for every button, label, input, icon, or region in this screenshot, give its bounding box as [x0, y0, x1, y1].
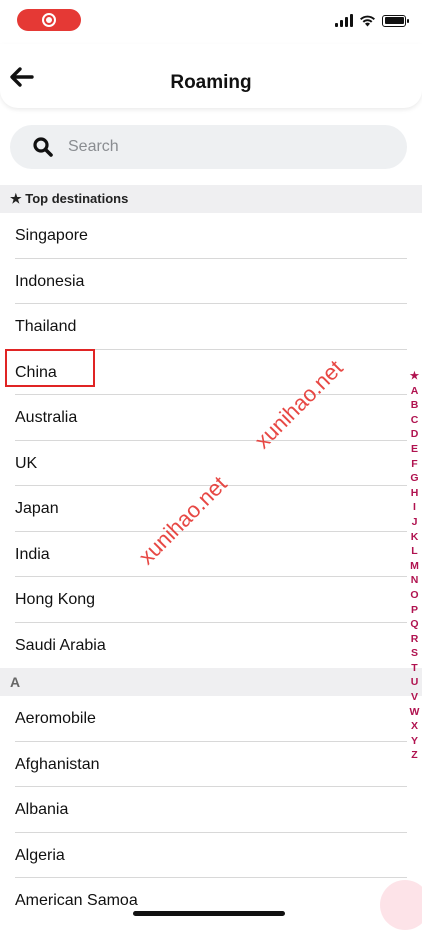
list-item[interactable]: Indonesia [15, 259, 407, 304]
destination-list: ★ Top destinations Singapore Indonesia T… [0, 185, 422, 924]
cellular-signal-icon [335, 14, 353, 27]
list-item[interactable]: Thailand [15, 304, 407, 350]
index-letter-k[interactable]: K [411, 530, 419, 545]
highlight-box [5, 348, 95, 387]
index-letter-star[interactable]: ★ [410, 369, 419, 384]
section-header-top-destinations: ★ Top destinations [0, 185, 422, 213]
index-letter-h[interactable]: H [411, 486, 419, 501]
index-letter-v[interactable]: V [411, 690, 418, 705]
screen-recording-indicator[interactable] [17, 9, 81, 31]
index-letter-p[interactable]: P [411, 603, 418, 618]
header: Roaming [0, 44, 422, 108]
index-letter-e[interactable]: E [411, 442, 418, 457]
list-item[interactable]: American Samoa [15, 878, 407, 924]
home-indicator [133, 911, 285, 916]
wifi-icon [360, 15, 375, 27]
index-letter-u[interactable]: U [411, 675, 419, 690]
index-letter-q[interactable]: Q [410, 617, 418, 632]
list-item[interactable]: Albania [15, 787, 407, 833]
list-item[interactable]: Saudi Arabia [15, 623, 407, 669]
index-letter-f[interactable]: F [411, 457, 417, 472]
index-letter-c[interactable]: C [411, 413, 419, 428]
index-letter-y[interactable]: Y [411, 734, 418, 749]
index-letter-d[interactable]: D [411, 427, 419, 442]
status-icons [335, 14, 409, 27]
index-letter-a[interactable]: A [411, 384, 419, 399]
index-letter-m[interactable]: M [410, 559, 419, 574]
list-item[interactable]: Afghanistan [15, 742, 407, 787]
index-letter-z[interactable]: Z [411, 748, 417, 763]
index-letter-o[interactable]: O [410, 588, 418, 603]
battery-icon [382, 14, 409, 27]
index-letter-r[interactable]: R [411, 632, 419, 647]
list-item[interactable]: Algeria [15, 833, 407, 878]
section-header-a: A [0, 668, 422, 696]
search-icon [33, 137, 53, 157]
chat-button[interactable] [380, 880, 422, 930]
search-input[interactable] [68, 136, 388, 158]
list-item[interactable]: Aeromobile [15, 696, 407, 742]
index-letter-j[interactable]: J [412, 515, 418, 530]
page-title: Roaming [170, 72, 252, 93]
list-item[interactable]: Singapore [15, 213, 407, 259]
index-letter-s[interactable]: S [411, 646, 418, 661]
record-icon [42, 13, 56, 27]
list-item-highlighted[interactable]: China [5, 348, 407, 395]
index-letter-n[interactable]: N [411, 573, 419, 588]
index-letter-l[interactable]: L [411, 544, 417, 559]
index-letter-b[interactable]: B [411, 398, 419, 413]
index-letter-w[interactable]: W [410, 705, 420, 720]
search-box[interactable] [10, 125, 407, 169]
list-item[interactable]: Australia [15, 395, 407, 441]
index-letter-x[interactable]: X [411, 719, 418, 734]
list-item[interactable]: India [15, 532, 407, 577]
index-letter-i[interactable]: I [413, 500, 416, 515]
status-bar [0, 0, 422, 44]
alphabet-index[interactable]: ★ A B C D E F G H I J K L M N O P Q R S … [407, 369, 422, 763]
index-letter-t[interactable]: T [411, 661, 417, 676]
index-letter-g[interactable]: G [410, 471, 418, 486]
list-item[interactable]: Hong Kong [15, 577, 407, 623]
